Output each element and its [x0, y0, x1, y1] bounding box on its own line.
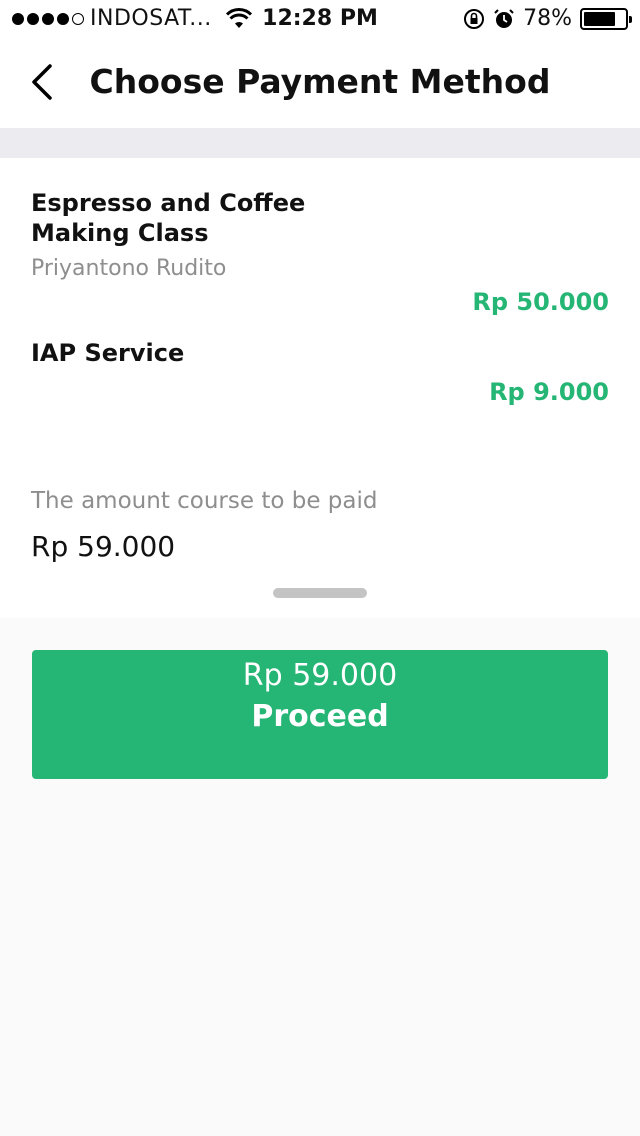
battery-icon	[580, 7, 632, 30]
alarm-icon	[494, 8, 514, 28]
status-right: 78%	[463, 6, 632, 31]
order-item-price: Rp 50.000	[472, 288, 609, 316]
proceed-label: Proceed	[251, 699, 389, 734]
rotation-lock-icon	[464, 8, 485, 29]
proceed-amount: Rp 59.000	[242, 658, 398, 693]
amount-total: Rp 59.000	[31, 530, 176, 563]
order-item-subtitle: Priyantono Rudito	[31, 256, 227, 281]
amount-label: The amount course to be paid	[31, 488, 378, 514]
order-item-title: Espresso and Coffee Making Class	[31, 189, 306, 247]
page-title: Choose Payment Method	[89, 62, 551, 101]
drag-handle[interactable]	[273, 588, 367, 598]
order-item-price: Rp 9.000	[489, 378, 609, 406]
order-item: IAP Service Rp 9.000	[31, 338, 609, 406]
section-divider	[0, 128, 640, 158]
proceed-button[interactable]: Rp 59.000 Proceed	[32, 650, 608, 779]
battery-percent: 78%	[523, 6, 572, 31]
status-bar: INDOSAT... 12:28 PM 78%	[0, 0, 640, 40]
order-item-title: IAP Service	[31, 339, 185, 367]
navigation-bar: Choose Payment Method	[0, 40, 640, 128]
order-summary: Espresso and Coffee Making Class Priyant…	[0, 158, 640, 618]
battery-level	[584, 11, 616, 26]
order-item: Espresso and Coffee Making Class Priyant…	[31, 188, 609, 316]
